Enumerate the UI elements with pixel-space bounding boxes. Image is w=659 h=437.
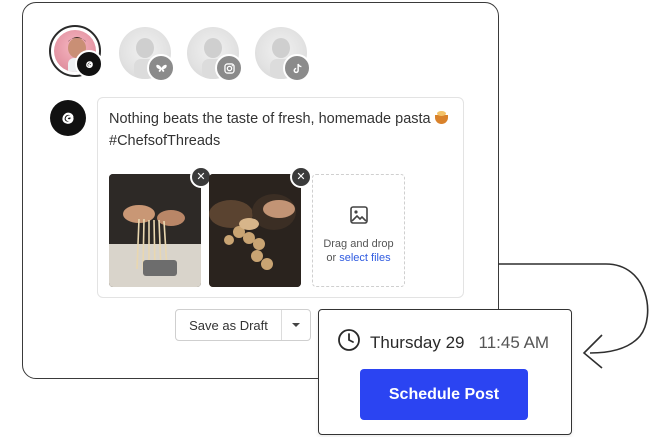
post-text-editor[interactable]: Nothing beats the taste of fresh, homema… — [97, 97, 464, 298]
butterfly-icon — [147, 54, 175, 82]
instagram-icon — [215, 54, 243, 82]
pasta-photo-1[interactable] — [109, 174, 201, 287]
schedule-popover: Thursday 29 11:45 AM Schedule Post — [318, 309, 572, 435]
pasta-emoji — [434, 110, 448, 124]
schedule-datetime[interactable]: Thursday 29 11:45 AM — [337, 328, 549, 357]
dropzone-or: or — [326, 252, 340, 264]
dropzone-sub: or select files — [313, 251, 404, 265]
select-files-link[interactable]: select files — [339, 252, 390, 264]
caret-down-icon[interactable] — [282, 310, 310, 340]
image-icon — [313, 205, 404, 229]
account-avatar-threads[interactable] — [49, 25, 103, 78]
account-avatar-bluesky[interactable] — [119, 27, 175, 82]
pasta-photo-2[interactable] — [209, 174, 301, 287]
post-text[interactable]: Nothing beats the taste of fresh, homema… — [109, 108, 454, 152]
post-hashtag: #ChefsofThreads — [109, 133, 221, 149]
schedule-time[interactable]: 11:45 AM — [479, 333, 550, 353]
schedule-post-button[interactable]: Schedule Post — [360, 369, 528, 420]
save-draft-split-button: Save as Draft — [175, 309, 311, 341]
schedule-day[interactable]: Thursday 29 — [370, 333, 465, 353]
account-avatar-tiktok[interactable] — [255, 27, 311, 82]
clock-icon — [337, 328, 361, 357]
dropzone-label: Drag and drop — [323, 238, 394, 250]
tiktok-icon — [283, 54, 311, 82]
save-as-draft-button[interactable]: Save as Draft — [176, 310, 282, 340]
account-avatar-instagram[interactable] — [187, 27, 243, 82]
threads-icon — [75, 50, 103, 78]
post-text-line1: Nothing beats the taste of fresh, homema… — [109, 111, 431, 127]
threads-icon — [50, 100, 86, 136]
media-dropzone[interactable]: Drag and drop or select files — [312, 174, 405, 287]
remove-media-button[interactable]: ✕ — [290, 166, 312, 188]
